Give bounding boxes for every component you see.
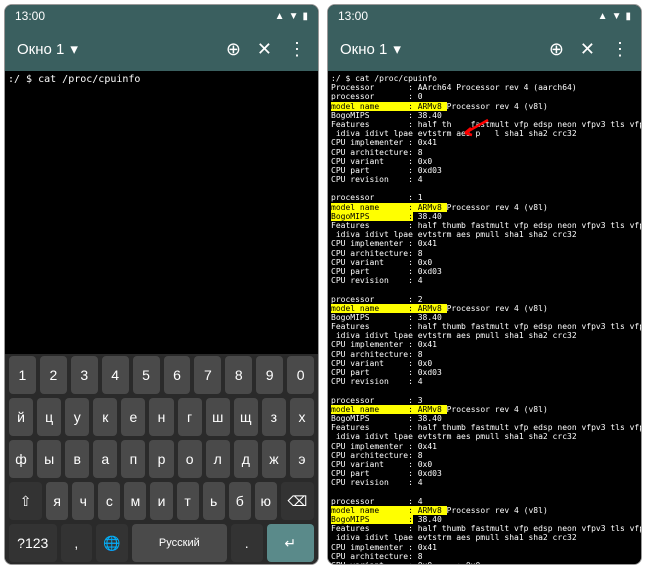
time: 13:00 <box>15 9 45 23</box>
key-т[interactable]: т <box>177 482 199 520</box>
wifi-icon: ▼ <box>289 11 299 22</box>
key-е[interactable]: е <box>121 398 145 436</box>
key-ф[interactable]: ф <box>9 440 33 478</box>
header-left[interactable]: Окно 1 ▾ <box>17 40 78 58</box>
key-9[interactable]: 9 <box>256 356 283 394</box>
key-м[interactable]: м <box>124 482 146 520</box>
header-right: ⊕ ✕ ⋮ <box>226 39 306 60</box>
key-у[interactable]: у <box>65 398 89 436</box>
left-phone: 13:00 ▲ ▼ ▮ Окно 1 ▾ ⊕ ✕ ⋮ :/ $ cat /pro… <box>4 4 319 565</box>
key-к[interactable]: к <box>93 398 117 436</box>
key-3[interactable]: 3 <box>71 356 98 394</box>
key-↵[interactable]: ↵ <box>267 524 315 562</box>
key-а[interactable]: а <box>93 440 117 478</box>
prompt: :/ $ cat /proc/cpuinfo <box>8 74 140 85</box>
key-ь[interactable]: ь <box>203 482 225 520</box>
key-б[interactable]: б <box>229 482 251 520</box>
time: 13:00 <box>338 9 368 23</box>
key-р[interactable]: р <box>149 440 173 478</box>
key-и[interactable]: и <box>150 482 172 520</box>
dropdown-icon: ▾ <box>393 40 401 58</box>
key-й[interactable]: й <box>9 398 33 436</box>
statusbar: 13:00 ▲ ▼ ▮ <box>5 5 318 27</box>
key-🌐[interactable]: 🌐 <box>96 524 128 562</box>
battery-icon: ▮ <box>625 11 631 22</box>
key-ы[interactable]: ы <box>37 440 61 478</box>
key-,[interactable]: , <box>61 524 93 562</box>
key-0[interactable]: 0 <box>287 356 314 394</box>
key-щ[interactable]: щ <box>234 398 258 436</box>
key-⌫[interactable]: ⌫ <box>281 482 314 520</box>
key-в[interactable]: в <box>65 440 89 478</box>
key-5[interactable]: 5 <box>133 356 160 394</box>
key-я[interactable]: я <box>46 482 68 520</box>
kb-row-4: ⇧ячсмитьбю⌫ <box>5 480 318 522</box>
menu-button[interactable]: ⋮ <box>611 39 629 60</box>
add-button[interactable]: ⊕ <box>549 39 564 60</box>
key-Русский[interactable]: Русский <box>132 524 227 562</box>
header-right: ⊕ ✕ ⋮ <box>549 39 629 60</box>
key-?123[interactable]: ?123 <box>9 524 57 562</box>
kb-row-2: йцукенгшщзх <box>5 396 318 438</box>
window-title: Окно 1 <box>17 41 64 58</box>
key-ж[interactable]: ж <box>262 440 286 478</box>
key-л[interactable]: л <box>206 440 230 478</box>
status-icons: ▲ ▼ ▮ <box>275 11 308 22</box>
window-title: Окно 1 <box>340 41 387 58</box>
key-⇧[interactable]: ⇧ <box>9 482 42 520</box>
wifi-icon: ▼ <box>612 11 622 22</box>
key-н[interactable]: н <box>149 398 173 436</box>
add-button[interactable]: ⊕ <box>226 39 241 60</box>
app-header: Окно 1 ▾ ⊕ ✕ ⋮ <box>5 27 318 71</box>
key-з[interactable]: з <box>262 398 286 436</box>
status-icons: ▲ ▼ ▮ <box>598 11 631 22</box>
kb-row-1: 1234567890 <box>5 354 318 396</box>
app-header: Окно 1 ▾ ⊕ ✕ ⋮ <box>328 27 641 71</box>
key-6[interactable]: 6 <box>164 356 191 394</box>
key-1[interactable]: 1 <box>9 356 36 394</box>
close-button[interactable]: ✕ <box>580 39 595 60</box>
kb-row-3: фывапролджэ <box>5 438 318 480</box>
key-ш[interactable]: ш <box>206 398 230 436</box>
key-э[interactable]: э <box>290 440 314 478</box>
key-д[interactable]: д <box>234 440 258 478</box>
key-ч[interactable]: ч <box>72 482 94 520</box>
statusbar: 13:00 ▲ ▼ ▮ <box>328 5 641 27</box>
key-2[interactable]: 2 <box>40 356 67 394</box>
right-phone: 13:00 ▲ ▼ ▮ Окно 1 ▾ ⊕ ✕ ⋮ :/ $ cat /pro… <box>327 4 642 565</box>
key-7[interactable]: 7 <box>194 356 221 394</box>
signal-icon: ▲ <box>598 11 608 22</box>
key-ц[interactable]: ц <box>37 398 61 436</box>
keyboard: 1234567890 йцукенгшщзх фывапролджэ ⇧ячсм… <box>5 354 318 564</box>
key-п[interactable]: п <box>121 440 145 478</box>
key-8[interactable]: 8 <box>225 356 252 394</box>
dropdown-icon: ▾ <box>70 40 78 58</box>
key-о[interactable]: о <box>178 440 202 478</box>
key-ю[interactable]: ю <box>255 482 277 520</box>
key-4[interactable]: 4 <box>102 356 129 394</box>
signal-icon: ▲ <box>275 11 285 22</box>
battery-icon: ▮ <box>302 11 308 22</box>
terminal-left[interactable]: :/ $ cat /proc/cpuinfo <box>5 71 318 354</box>
terminal-right[interactable]: :/ $ cat /proc/cpuinfo Processor : AArch… <box>328 71 641 564</box>
key-х[interactable]: х <box>290 398 314 436</box>
close-button[interactable]: ✕ <box>257 39 272 60</box>
header-left[interactable]: Окно 1 ▾ <box>340 40 401 58</box>
key-г[interactable]: г <box>178 398 202 436</box>
key-.[interactable]: . <box>231 524 263 562</box>
menu-button[interactable]: ⋮ <box>288 39 306 60</box>
key-с[interactable]: с <box>98 482 120 520</box>
kb-row-5: ?123,🌐Русский.↵ <box>5 522 318 564</box>
